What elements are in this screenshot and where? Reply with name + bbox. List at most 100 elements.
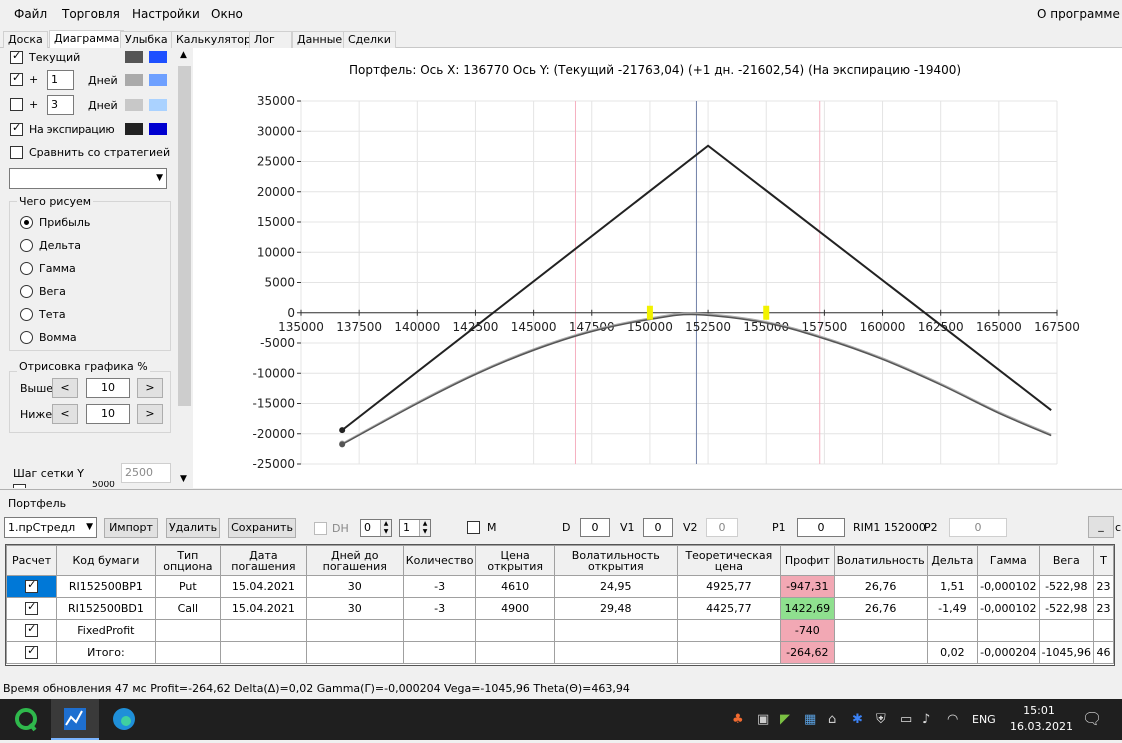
p1-input[interactable]: 0	[797, 518, 845, 537]
calc-checkbox-cell[interactable]	[6, 619, 58, 642]
table-row[interactable]: RI152500BD1Call15.04.202130-3490029,4844…	[6, 597, 1114, 620]
table-cell[interactable]: 23	[1093, 575, 1114, 598]
calc-checkbox[interactable]	[25, 644, 39, 660]
tab-calculator[interactable]: Калькулятор	[171, 31, 256, 48]
usb-icon[interactable]: ⌂	[828, 712, 836, 727]
col-header[interactable]: Гамма	[977, 545, 1040, 576]
table-cell[interactable]	[926, 619, 979, 642]
table-cell[interactable]	[305, 619, 404, 642]
plus1-days-input[interactable]: 1	[47, 70, 74, 90]
table-cell[interactable]: 26,76	[833, 597, 928, 620]
table-cell[interactable]: -522,98	[1038, 597, 1095, 620]
col-header[interactable]: Волатильность открытия	[553, 545, 678, 576]
tab-board[interactable]: Доска	[3, 31, 48, 48]
table-cell[interactable]	[475, 619, 555, 642]
current-color-b[interactable]	[149, 51, 167, 63]
table-cell[interactable]: Call	[154, 597, 222, 620]
calc-checkbox[interactable]	[25, 578, 39, 594]
wifi-icon[interactable]: ◠	[947, 712, 958, 727]
expiry-color-a[interactable]	[125, 123, 143, 135]
tab-log[interactable]: Лог	[249, 31, 292, 48]
portfolio-splitter[interactable]	[0, 489, 1122, 495]
dh-spin-1[interactable]: 0 ▲ ▼	[360, 519, 392, 537]
spin-arrows-icon[interactable]: ▲ ▼	[380, 520, 391, 536]
table-cell[interactable]: -522,98	[1038, 575, 1095, 598]
notification-icon[interactable]: 🗨	[1082, 709, 1102, 728]
menu-settings[interactable]: Настройки	[132, 7, 200, 21]
radio-vomma[interactable]	[20, 331, 33, 344]
calc-checkbox-cell[interactable]	[6, 597, 58, 620]
strategy-select[interactable]: ▼	[9, 168, 167, 189]
table-cell[interactable]: RI152500BD1	[56, 597, 156, 620]
table-cell[interactable]	[305, 641, 404, 664]
table-cell[interactable]: 29,48	[553, 597, 678, 620]
col-header[interactable]: Дата погашения	[220, 545, 307, 576]
table-cell[interactable]	[977, 619, 1040, 642]
expiry-color-b[interactable]	[149, 123, 167, 135]
positions-grid[interactable]: Расчет Код бумаги Тип опциона Дата погаш…	[5, 544, 1115, 666]
table-cell[interactable]: FixedProfit	[56, 619, 156, 642]
radio-profit[interactable]	[20, 216, 33, 229]
p2-input[interactable]: 0	[949, 518, 1007, 537]
plus2-color-a[interactable]	[125, 99, 143, 111]
table-cell[interactable]	[676, 641, 782, 664]
table-cell[interactable]: 1,51	[926, 575, 979, 598]
dh-spin-2[interactable]: 1 ▲ ▼	[399, 519, 431, 537]
table-cell[interactable]	[402, 619, 477, 642]
above-increase-button[interactable]: >	[137, 378, 163, 398]
col-header[interactable]: Расчет	[6, 545, 58, 576]
table-cell[interactable]: Итого:	[56, 641, 156, 664]
plus2-checkbox[interactable]	[10, 98, 23, 111]
chart-app-icon[interactable]	[51, 699, 99, 740]
table-row[interactable]: RI152500BP1Put15.04.202130-3461024,95492…	[6, 575, 1114, 598]
table-cell[interactable]: 46	[1093, 641, 1114, 664]
col-header[interactable]: Волатильность	[833, 545, 928, 576]
radio-vega[interactable]	[20, 285, 33, 298]
table-cell[interactable]: -3	[402, 575, 477, 598]
table-cell[interactable]: 4900	[475, 597, 555, 620]
m-checkbox[interactable]	[467, 521, 480, 534]
bluetooth-icon[interactable]: ✱	[852, 712, 863, 727]
table-cell[interactable]: 4610	[475, 575, 555, 598]
col-header[interactable]: Тип опциона	[154, 545, 222, 576]
tray-network-tool-icon[interactable]: ▦	[804, 712, 816, 727]
delete-button[interactable]: Удалить	[166, 518, 220, 538]
menu-window[interactable]: Окно	[211, 7, 243, 21]
plus1-color-a[interactable]	[125, 74, 143, 86]
spin-arrows-icon[interactable]: ▲ ▼	[419, 520, 430, 536]
table-cell[interactable]: 23	[1093, 597, 1114, 620]
table-cell[interactable]	[553, 619, 678, 642]
above-decrease-button[interactable]: <	[52, 378, 78, 398]
settings-scrollbar[interactable]: ▲ ▼	[176, 48, 193, 488]
tab-smile[interactable]: Улыбка	[120, 31, 173, 48]
above-input[interactable]: 10	[86, 378, 130, 398]
table-cell[interactable]: 4425,77	[676, 597, 782, 620]
menu-trade[interactable]: Торговля	[62, 7, 120, 21]
save-button[interactable]: Сохранить	[228, 518, 296, 538]
table-cell[interactable]: 15.04.2021	[220, 597, 307, 620]
table-cell[interactable]	[833, 641, 928, 664]
col-header[interactable]: Теоретическая цена	[676, 545, 782, 576]
v1-input[interactable]: 0	[643, 518, 673, 537]
table-cell[interactable]: -1,49	[926, 597, 979, 620]
table-cell[interactable]: -740	[780, 619, 835, 642]
scroll-thumb[interactable]	[178, 66, 191, 406]
plus1-checkbox[interactable]	[10, 71, 23, 86]
table-cell[interactable]: Put	[154, 575, 222, 598]
import-button[interactable]: Импорт	[104, 518, 158, 538]
col-header[interactable]: Количество	[402, 545, 477, 576]
table-cell[interactable]: -3	[402, 597, 477, 620]
language-indicator[interactable]: ENG	[972, 713, 996, 726]
table-cell[interactable]: 24,95	[553, 575, 678, 598]
col-header[interactable]: Т	[1093, 545, 1114, 576]
minimize-button[interactable]: _	[1088, 516, 1114, 538]
table-cell[interactable]	[475, 641, 555, 664]
calc-checkbox-cell[interactable]	[6, 641, 58, 664]
table-cell[interactable]: -0,000102	[977, 575, 1040, 598]
grid-step-input[interactable]: 2500	[121, 463, 171, 483]
col-header[interactable]: Вега	[1038, 545, 1095, 576]
col-header[interactable]: Дельта	[926, 545, 979, 576]
dh-checkbox[interactable]	[314, 522, 327, 535]
payoff-chart[interactable]: 135000 137500 140000 142500 145000 147500 1500…	[193, 48, 1122, 488]
table-cell[interactable]: 0,02	[926, 641, 979, 664]
